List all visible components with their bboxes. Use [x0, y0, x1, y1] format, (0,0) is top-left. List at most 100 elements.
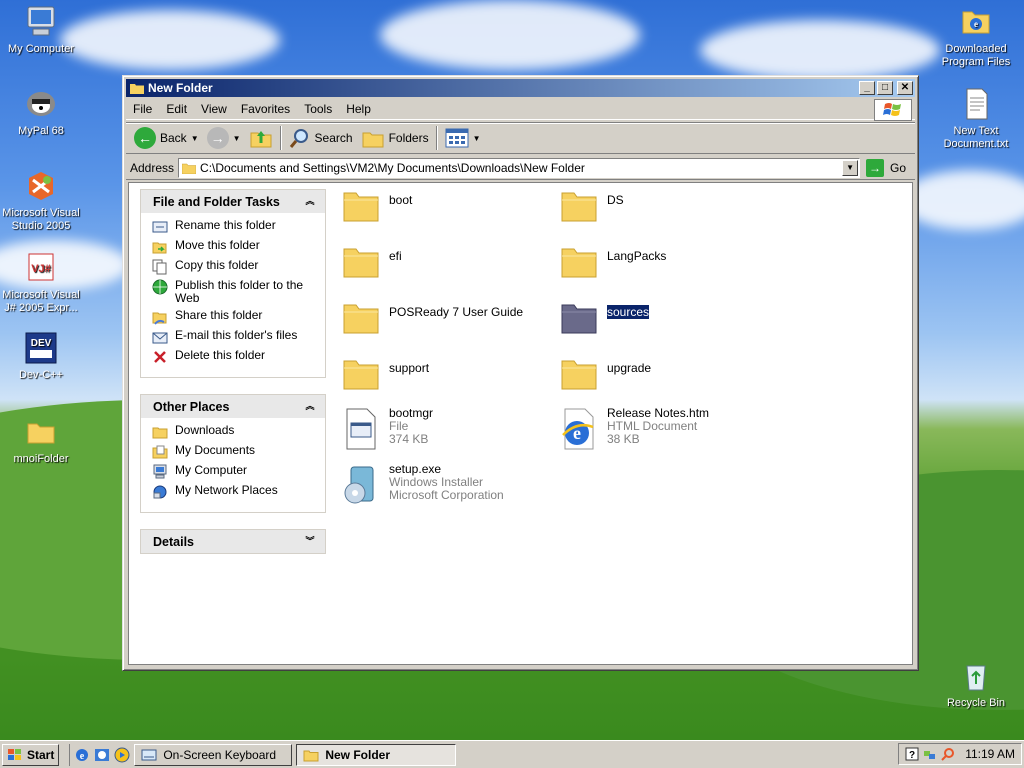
- desktop-icon-recycle-bin[interactable]: Recycle Bin: [935, 658, 1017, 710]
- windows-logo-icon: [874, 99, 912, 121]
- task-label: Publish this folder to the Web: [175, 278, 304, 305]
- magnifier-icon[interactable]: [941, 747, 955, 761]
- desktop-icon-my-computer[interactable]: My Computer: [0, 4, 82, 56]
- desktop-icon-downloaded-program-files[interactable]: e Downloaded Program Files: [935, 4, 1017, 69]
- move-icon: [152, 242, 167, 254]
- toolbar-separator: [279, 126, 282, 150]
- panel-header[interactable]: Details ︾: [141, 530, 325, 553]
- menu-help[interactable]: Help: [339, 102, 378, 116]
- other-places-panel: Other Places ︽ Downloads My Documents My…: [140, 394, 326, 513]
- menu-tools[interactable]: Tools: [297, 102, 339, 116]
- desktop-icon-new-text-document[interactable]: New Text Document.txt: [935, 86, 1017, 151]
- go-button[interactable]: → Go: [866, 158, 906, 177]
- cloud: [700, 20, 940, 80]
- desktop-icon-mnoifolder[interactable]: mnoiFolder: [0, 414, 82, 466]
- svg-text:DEV: DEV: [31, 338, 52, 349]
- folders-button[interactable]: Folders: [357, 125, 433, 151]
- file-folder-tasks-panel: File and Folder Tasks ︽ Rename this fold…: [140, 189, 326, 378]
- task-rename-folder[interactable]: Rename this folder: [152, 219, 317, 235]
- views-button[interactable]: ▼: [441, 125, 485, 151]
- up-folder-button[interactable]: [245, 125, 277, 151]
- folder-item-efi[interactable]: efi: [341, 239, 402, 283]
- place-my-documents[interactable]: My Documents: [152, 444, 317, 460]
- network-icon[interactable]: [923, 747, 937, 761]
- file-item-bootmgr[interactable]: bootmgr File 374 KB: [341, 407, 433, 451]
- file-size: 38 KB: [607, 432, 640, 446]
- desktop-icon-mypal[interactable]: MyPal 68: [0, 86, 82, 138]
- back-button[interactable]: ← Back ▼: [130, 125, 203, 151]
- clock[interactable]: 11:19 AM: [965, 747, 1015, 761]
- folder-item-langpacks[interactable]: LangPacks: [559, 239, 666, 283]
- menu-view[interactable]: View: [194, 102, 234, 116]
- forward-arrow-icon: →: [206, 127, 229, 149]
- panel-header[interactable]: Other Places ︽: [141, 395, 325, 418]
- taskbar-button-new-folder[interactable]: New Folder: [296, 743, 457, 766]
- forward-button[interactable]: → ▼: [203, 125, 245, 151]
- media-player-icon[interactable]: [114, 747, 130, 763]
- address-label: Address: [130, 160, 175, 175]
- task-delete-folder[interactable]: Delete this folder: [152, 349, 317, 365]
- minimize-button[interactable]: _: [859, 81, 875, 95]
- chevron-down-icon[interactable]: ▼: [191, 134, 199, 143]
- task-label: E-mail this folder's files: [175, 328, 298, 342]
- help-icon[interactable]: ?: [905, 747, 919, 761]
- globe-icon: [152, 279, 168, 295]
- task-email-files[interactable]: E-mail this folder's files: [152, 329, 317, 345]
- outlook-express-icon[interactable]: [94, 747, 110, 763]
- details-panel: Details ︾: [140, 529, 326, 554]
- chevron-down-icon[interactable]: ▼: [233, 134, 241, 143]
- file-item-release-notes[interactable]: e Release Notes.htm HTML Document 38 KB: [559, 407, 709, 451]
- place-label: My Documents: [175, 443, 256, 457]
- file-name: sources: [605, 304, 651, 320]
- place-my-computer[interactable]: My Computer: [152, 464, 317, 480]
- file-name: LangPacks: [607, 249, 667, 263]
- search-button[interactable]: Search: [285, 125, 357, 151]
- folder-icon: [561, 360, 597, 390]
- close-button[interactable]: ✕: [897, 81, 913, 95]
- folder-item-upgrade[interactable]: upgrade: [559, 351, 651, 395]
- task-share-folder[interactable]: Share this folder: [152, 309, 317, 325]
- window-title: New Folder: [148, 81, 213, 95]
- menu-edit[interactable]: Edit: [159, 102, 194, 116]
- expand-icon[interactable]: ︾: [303, 535, 317, 549]
- address-input[interactable]: C:\Documents and Settings\VM2\My Documen…: [178, 157, 861, 178]
- chevron-down-icon[interactable]: ▼: [473, 134, 481, 143]
- taskbar: Start e On-Screen Keyboard New Folder ? …: [0, 740, 1024, 768]
- internet-explorer-icon[interactable]: e: [74, 747, 90, 763]
- desktop-icon-dev-cpp[interactable]: DEV Dev-C++: [0, 330, 82, 382]
- panel-title: Details: [153, 534, 194, 549]
- start-button[interactable]: Start: [2, 743, 60, 766]
- folder-icon: [343, 192, 379, 222]
- place-my-network-places[interactable]: My Network Places: [152, 484, 317, 500]
- desktop-icon-visual-studio[interactable]: Microsoft Visual Studio 2005: [0, 168, 82, 233]
- address-dropdown-button[interactable]: ▼: [842, 159, 859, 176]
- desktop-icon-visual-jsharp[interactable]: VJ# Microsoft Visual J# 2005 Expr...: [0, 250, 82, 315]
- folder-icon: [343, 360, 379, 390]
- place-downloads[interactable]: Downloads: [152, 424, 317, 440]
- folder-item-ds[interactable]: DS: [559, 183, 624, 227]
- maximize-button[interactable]: □: [877, 81, 893, 95]
- menu-file[interactable]: File: [126, 102, 159, 116]
- desktop-icon-label: New Text Document.txt: [943, 125, 1009, 150]
- ie-folder-icon: e: [962, 11, 990, 34]
- folder-item-support[interactable]: support: [341, 351, 429, 395]
- collapse-icon[interactable]: ︽: [303, 400, 317, 414]
- task-copy-folder[interactable]: Copy this folder: [152, 259, 317, 275]
- taskbar-button-on-screen-keyboard[interactable]: On-Screen Keyboard: [134, 743, 293, 766]
- panel-header[interactable]: File and Folder Tasks ︽: [141, 190, 325, 213]
- title-bar[interactable]: New Folder _ □ ✕: [126, 79, 915, 97]
- collapse-icon[interactable]: ︽: [303, 195, 317, 209]
- views-icon: [445, 128, 469, 148]
- folder-item-boot[interactable]: boot: [341, 183, 412, 227]
- menu-favorites[interactable]: Favorites: [234, 102, 297, 116]
- my-computer-icon: [153, 464, 167, 479]
- task-publish-folder[interactable]: Publish this folder to the Web: [152, 279, 317, 305]
- folder-item-posready-user-guide[interactable]: POSReady 7 User Guide: [341, 295, 523, 339]
- svg-text:e: e: [80, 751, 85, 762]
- my-documents-icon: [152, 445, 168, 459]
- task-move-folder[interactable]: Move this folder: [152, 239, 317, 255]
- file-item-setup-exe[interactable]: setup.exe Windows Installer Microsoft Co…: [341, 463, 504, 507]
- folder-item-sources[interactable]: sources: [559, 295, 651, 339]
- file-icon: [346, 408, 376, 450]
- back-label: Back: [160, 131, 187, 145]
